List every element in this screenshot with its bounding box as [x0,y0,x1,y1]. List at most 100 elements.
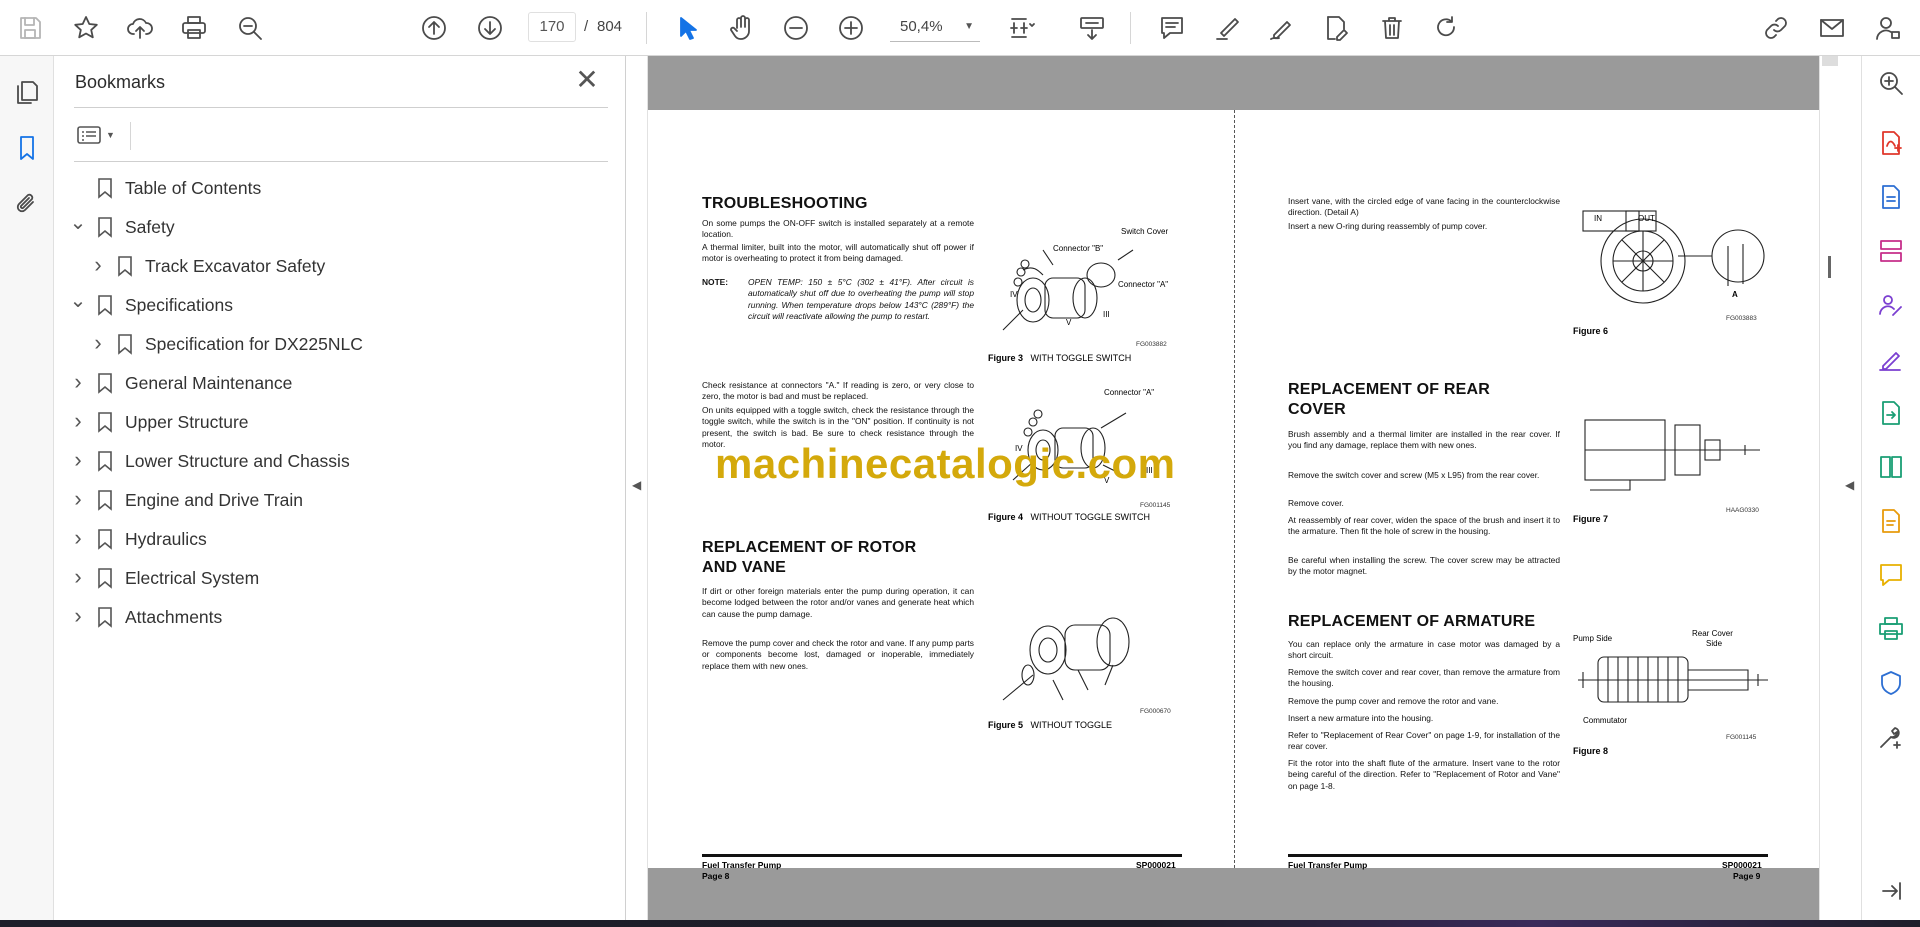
bookmark-icon [97,216,113,238]
chevron-right-icon[interactable]: › [68,488,88,510]
chevron-right-icon[interactable]: › [68,566,88,588]
delete-icon[interactable] [1374,10,1410,46]
chevron-down-icon[interactable]: ⌄ [68,291,88,315]
bookmark-label: Hydraulics [125,529,207,549]
page-fit-icon[interactable] [1004,10,1040,46]
bookmark-icon [97,450,113,472]
request-signatures-icon[interactable] [1874,288,1908,322]
more-tools-icon[interactable] [1874,720,1908,754]
chevron-right-icon[interactable]: › [68,527,88,549]
figure-5-caption: Figure 5 WITHOUT TOGGLE [988,720,1113,730]
print-production-icon[interactable] [1874,612,1908,646]
cloud-upload-icon[interactable] [122,10,158,46]
email-icon[interactable] [1814,10,1850,46]
save-icon[interactable] [12,10,48,46]
zoom-in-icon[interactable] [833,10,869,46]
create-pdf-icon[interactable] [1874,180,1908,214]
paragraph: Remove the switch cover and rear cover, … [1288,667,1560,689]
next-page-icon[interactable] [472,10,508,46]
figure-label: III [1103,310,1110,319]
paragraph: Be careful when installing the screw. Th… [1288,555,1560,577]
edit-pdf-icon[interactable] [1318,10,1354,46]
scroll-thumb[interactable] [1828,256,1831,278]
highlight-icon[interactable] [1210,10,1246,46]
attachments-icon[interactable] [9,186,45,222]
bookmark-item[interactable]: › Engine and Drive Train [54,482,614,518]
document-viewer[interactable]: TROUBLESHOOTING On some pumps the ON-OFF… [648,56,1819,920]
select-cursor-icon[interactable] [668,10,704,46]
armature-diagram-figure8 [1578,642,1768,718]
convert-icon[interactable] [1874,396,1908,430]
star-icon[interactable] [68,10,104,46]
page-spread-divider [1234,110,1235,868]
paragraph: On some pumps the ON-OFF switch is insta… [702,218,974,240]
right-tools-rail [1861,56,1920,920]
chevron-right-icon[interactable]: › [88,332,108,354]
bookmark-icon [97,294,113,316]
bookmark-item[interactable]: › Upper Structure [54,404,614,440]
search-zoom-icon[interactable] [232,10,268,46]
toolbar-divider [1130,12,1131,44]
figure-label: IV [1010,290,1018,299]
organize-pages-icon[interactable] [1874,234,1908,268]
heading-replacement-rotor-2: AND VANE [702,559,786,576]
bookmark-panel-icon[interactable] [9,130,45,166]
expand-panel-icon[interactable] [1874,874,1908,908]
bookmark-item[interactable]: Table of Contents [54,170,614,206]
footer-rule [702,854,1182,857]
comment-tool-icon[interactable] [1874,558,1908,592]
page-number-input[interactable]: 170 [528,12,576,42]
chevron-left-icon: ◀ [1845,478,1855,492]
bookmark-item[interactable]: › Track Excavator Safety [54,248,614,284]
bookmark-item[interactable]: ⌄ Specifications [54,287,614,323]
page-thumbnails-icon[interactable] [9,74,45,110]
bookmark-item[interactable]: › Specification for DX225NLC [54,326,614,362]
zoom-out-icon[interactable] [778,10,814,46]
chevron-down-icon[interactable]: ⌄ [68,213,88,237]
chevron-right-icon[interactable]: › [68,410,88,432]
redo-icon[interactable] [1428,10,1464,46]
bookmark-item[interactable]: › Electrical System [54,560,614,596]
comment-icon[interactable] [1154,10,1190,46]
user-lock-icon[interactable] [1870,10,1906,46]
bookmark-item[interactable]: › Attachments [54,599,614,635]
main-toolbar: 170 / 804 50,4% ▼ [0,0,1920,56]
bookmark-label: Engine and Drive Train [125,490,304,510]
compare-icon[interactable] [1874,450,1908,484]
zoom-level-select[interactable]: 50,4% ▼ [890,12,980,42]
chevron-right-icon[interactable]: › [68,449,88,471]
bookmark-item[interactable]: › General Maintenance [54,365,614,401]
bookmarks-panel: Bookmarks ✕ ▼ Table of Contents ⌄ Safety › T… [54,56,626,920]
protect-shield-icon[interactable] [1874,666,1908,700]
fill-sign-icon[interactable] [1874,342,1908,376]
print-icon[interactable] [176,10,212,46]
hand-tool-icon[interactable] [724,10,760,46]
paragraph: Insert a new armature into the housing. [1288,713,1434,723]
scroll-mode-icon[interactable] [1074,10,1110,46]
chevron-right-icon[interactable]: › [88,254,108,276]
right-panel-collapse-handle[interactable]: ◀ [1839,56,1861,920]
bookmark-item[interactable]: › Lower Structure and Chassis [54,443,614,479]
scan-ocr-icon[interactable] [1874,504,1908,538]
share-link-icon[interactable] [1758,10,1794,46]
heading-replacement-rear: REPLACEMENT OF REAR [1288,381,1491,398]
figure-4-caption: Figure 4 WITHOUT TOGGLE SWITCH [988,512,1151,522]
bookmark-label: Electrical System [125,568,260,588]
close-icon[interactable]: ✕ [572,66,602,96]
vertical-scrollbar[interactable] [1819,56,1839,920]
bookmark-item[interactable]: ⌄ Safety [54,209,614,245]
chevron-right-icon[interactable]: › [68,605,88,627]
zoom-search-icon[interactable] [1874,66,1908,100]
draw-signature-icon[interactable] [1264,10,1300,46]
bookmark-options-button[interactable]: ▼ [74,118,124,152]
list-options-icon [77,126,101,144]
previous-page-icon[interactable] [416,10,452,46]
chevron-down-icon: ▼ [964,21,974,32]
chevron-right-icon[interactable]: › [68,371,88,393]
export-pdf-icon[interactable] [1874,126,1908,160]
paragraph: Check resistance at connectors "A." If r… [702,380,974,402]
footer-title: Fuel Transfer Pump [1288,860,1368,870]
bookmark-item[interactable]: › Hydraulics [54,521,614,557]
left-panel-collapse-handle[interactable]: ◀ [626,56,648,920]
footer-title: Fuel Transfer Pump [702,860,782,870]
